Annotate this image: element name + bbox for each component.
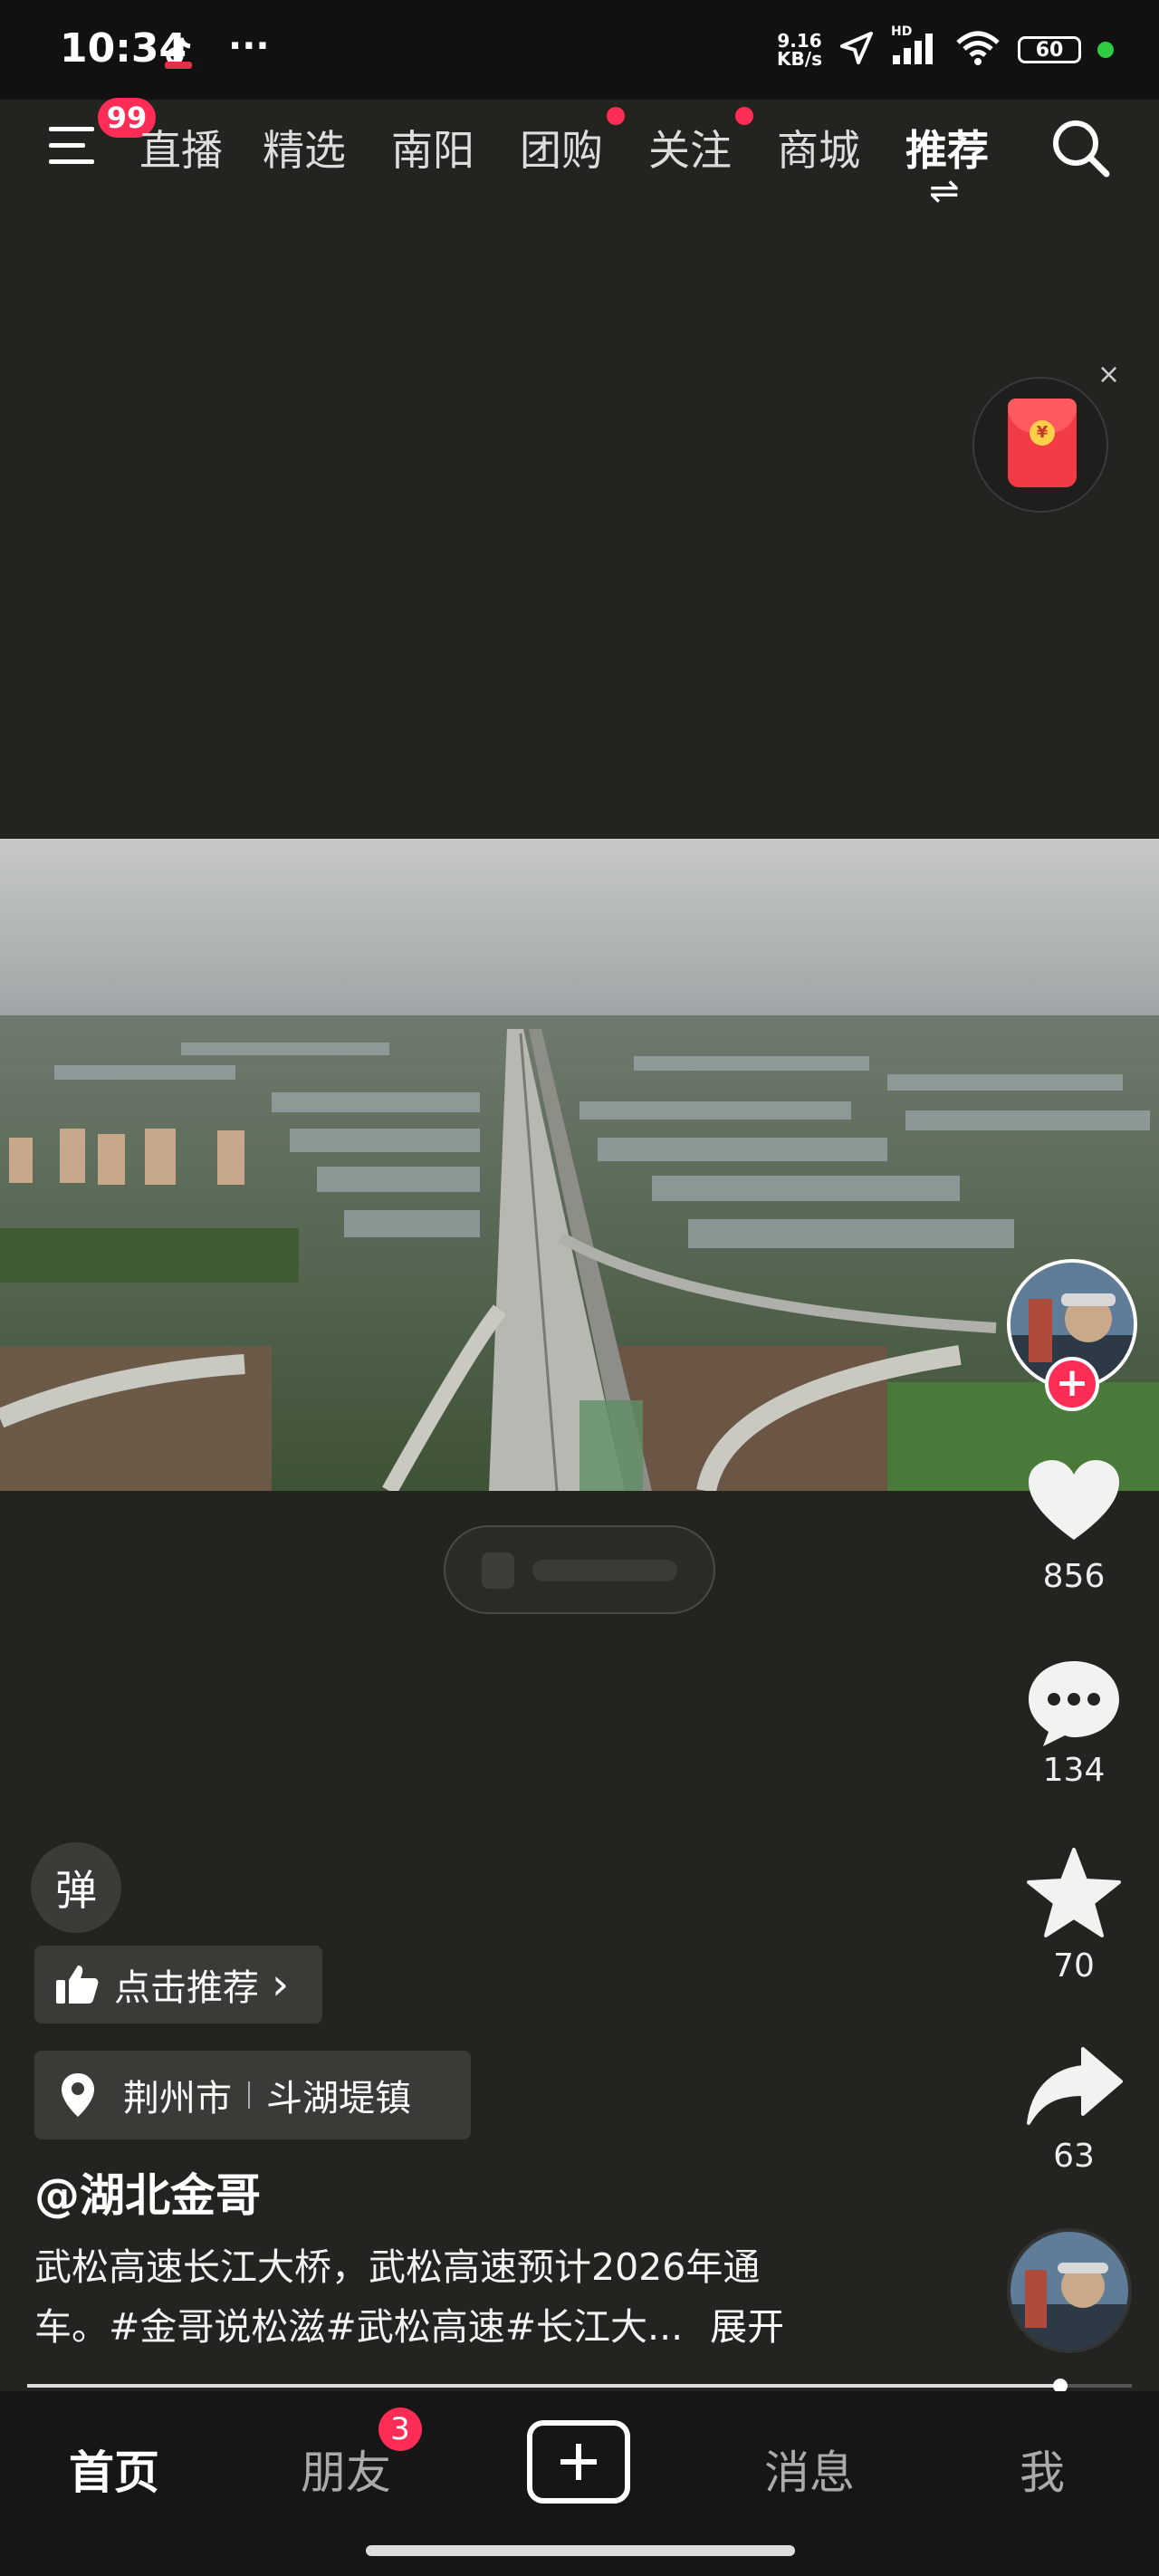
recommend-label: 点击推荐 <box>114 1967 259 2009</box>
group-buy-dot <box>607 107 625 125</box>
favorite-button[interactable] <box>1027 1848 1121 1938</box>
comment-icon <box>1029 1661 1119 1746</box>
tab-mall[interactable]: 商城 <box>777 118 860 178</box>
share-arrow-icon <box>1027 2047 1123 2125</box>
location-pin-icon <box>60 2071 96 2119</box>
tiktok-notification-icon <box>159 33 199 72</box>
progress-fill <box>27 2384 1060 2388</box>
switch-feed-icon[interactable]: ⇌ <box>929 170 960 212</box>
danmaku-toggle-button[interactable]: 弹 <box>31 1842 121 1933</box>
favorite-count: 70 <box>1053 1947 1095 1985</box>
nav-messages[interactable]: 消息 <box>764 2437 855 2502</box>
video-frame-bridge-aerial <box>0 839 1159 1491</box>
yuan-coin-icon: ¥ <box>1030 420 1055 446</box>
location-divider <box>248 2081 250 2109</box>
create-post-button[interactable] <box>527 2420 630 2504</box>
location-city: 荆州市 <box>123 2078 232 2119</box>
nav-home[interactable]: 首页 <box>69 2437 159 2502</box>
tab-live[interactable]: 直播 <box>139 118 223 178</box>
search-icon[interactable] <box>1049 116 1112 179</box>
like-button[interactable] <box>1027 1458 1121 1545</box>
tab-nanyang[interactable]: 南阳 <box>391 118 474 178</box>
signal-icon: HD <box>891 24 938 70</box>
location-town: 斗湖堤镇 <box>266 2078 411 2119</box>
nav-friends[interactable]: 朋友 <box>301 2437 391 2502</box>
video-status-pill[interactable] <box>444 1525 715 1614</box>
menu-icon[interactable] <box>47 123 98 170</box>
recommend-chip[interactable]: 点击推荐 › <box>34 1946 322 2023</box>
status-icons: 9.16 KB/s HD 60 <box>777 24 1114 72</box>
desc-line-2: 车。#金哥说松滋#武松高速#长江大... <box>34 2305 684 2349</box>
comment-count: 134 <box>1042 1752 1106 1789</box>
red-packet-icon: ¥ <box>1008 399 1077 487</box>
red-packet-close-icon[interactable]: × <box>1097 359 1120 390</box>
battery-indicator: 60 <box>1018 36 1081 63</box>
plus-icon <box>560 2444 597 2480</box>
net-speed: 9.16 KB/s <box>777 30 822 70</box>
location-arrow-icon <box>838 30 875 70</box>
post-description: 武松高速长江大桥，武松高速预计2026年通 车。#金哥说松滋#武松高速#长江大.… <box>34 2237 886 2357</box>
wifi-icon <box>954 30 1001 70</box>
video-player[interactable] <box>0 839 1159 1491</box>
friends-badge: 3 <box>378 2408 422 2451</box>
share-button[interactable] <box>1027 2045 1125 2127</box>
music-disc-avatar[interactable] <box>1007 2228 1132 2353</box>
play-icon <box>482 1552 514 1589</box>
desc-line-1: 武松高速长江大桥，武松高速预计2026年通 <box>34 2245 761 2289</box>
home-indicator <box>366 2545 795 2556</box>
expand-link[interactable]: 展开 <box>710 2305 784 2349</box>
author-name[interactable]: @湖北金哥 <box>34 2159 261 2225</box>
red-packet-button[interactable]: ¥ <box>972 377 1108 513</box>
share-count: 63 <box>1053 2138 1095 2175</box>
heart-icon <box>1029 1460 1119 1540</box>
following-dot <box>735 107 753 125</box>
comment-button[interactable] <box>1027 1658 1121 1748</box>
tab-recommend[interactable]: 推荐 <box>905 118 989 178</box>
more-notifications: ··· <box>228 25 270 67</box>
location-chip[interactable]: 荆州市 斗湖堤镇 <box>34 2051 471 2139</box>
chevron-right-icon: › <box>272 1959 290 2010</box>
tab-featured[interactable]: 精选 <box>263 118 346 178</box>
tab-following[interactable]: 关注 <box>648 118 732 178</box>
nav-me[interactable]: 我 <box>1020 2437 1065 2502</box>
like-count: 856 <box>1042 1558 1106 1595</box>
follow-plus-button[interactable]: + <box>1045 1357 1099 1411</box>
privacy-indicator-dot <box>1097 42 1114 58</box>
danmaku-label: 弹 <box>55 1866 97 1915</box>
status-text-placeholder <box>532 1560 677 1581</box>
thumbs-up-icon <box>54 1962 100 2007</box>
tab-group-buy[interactable]: 团购 <box>520 118 603 178</box>
star-icon <box>1027 1848 1121 1937</box>
